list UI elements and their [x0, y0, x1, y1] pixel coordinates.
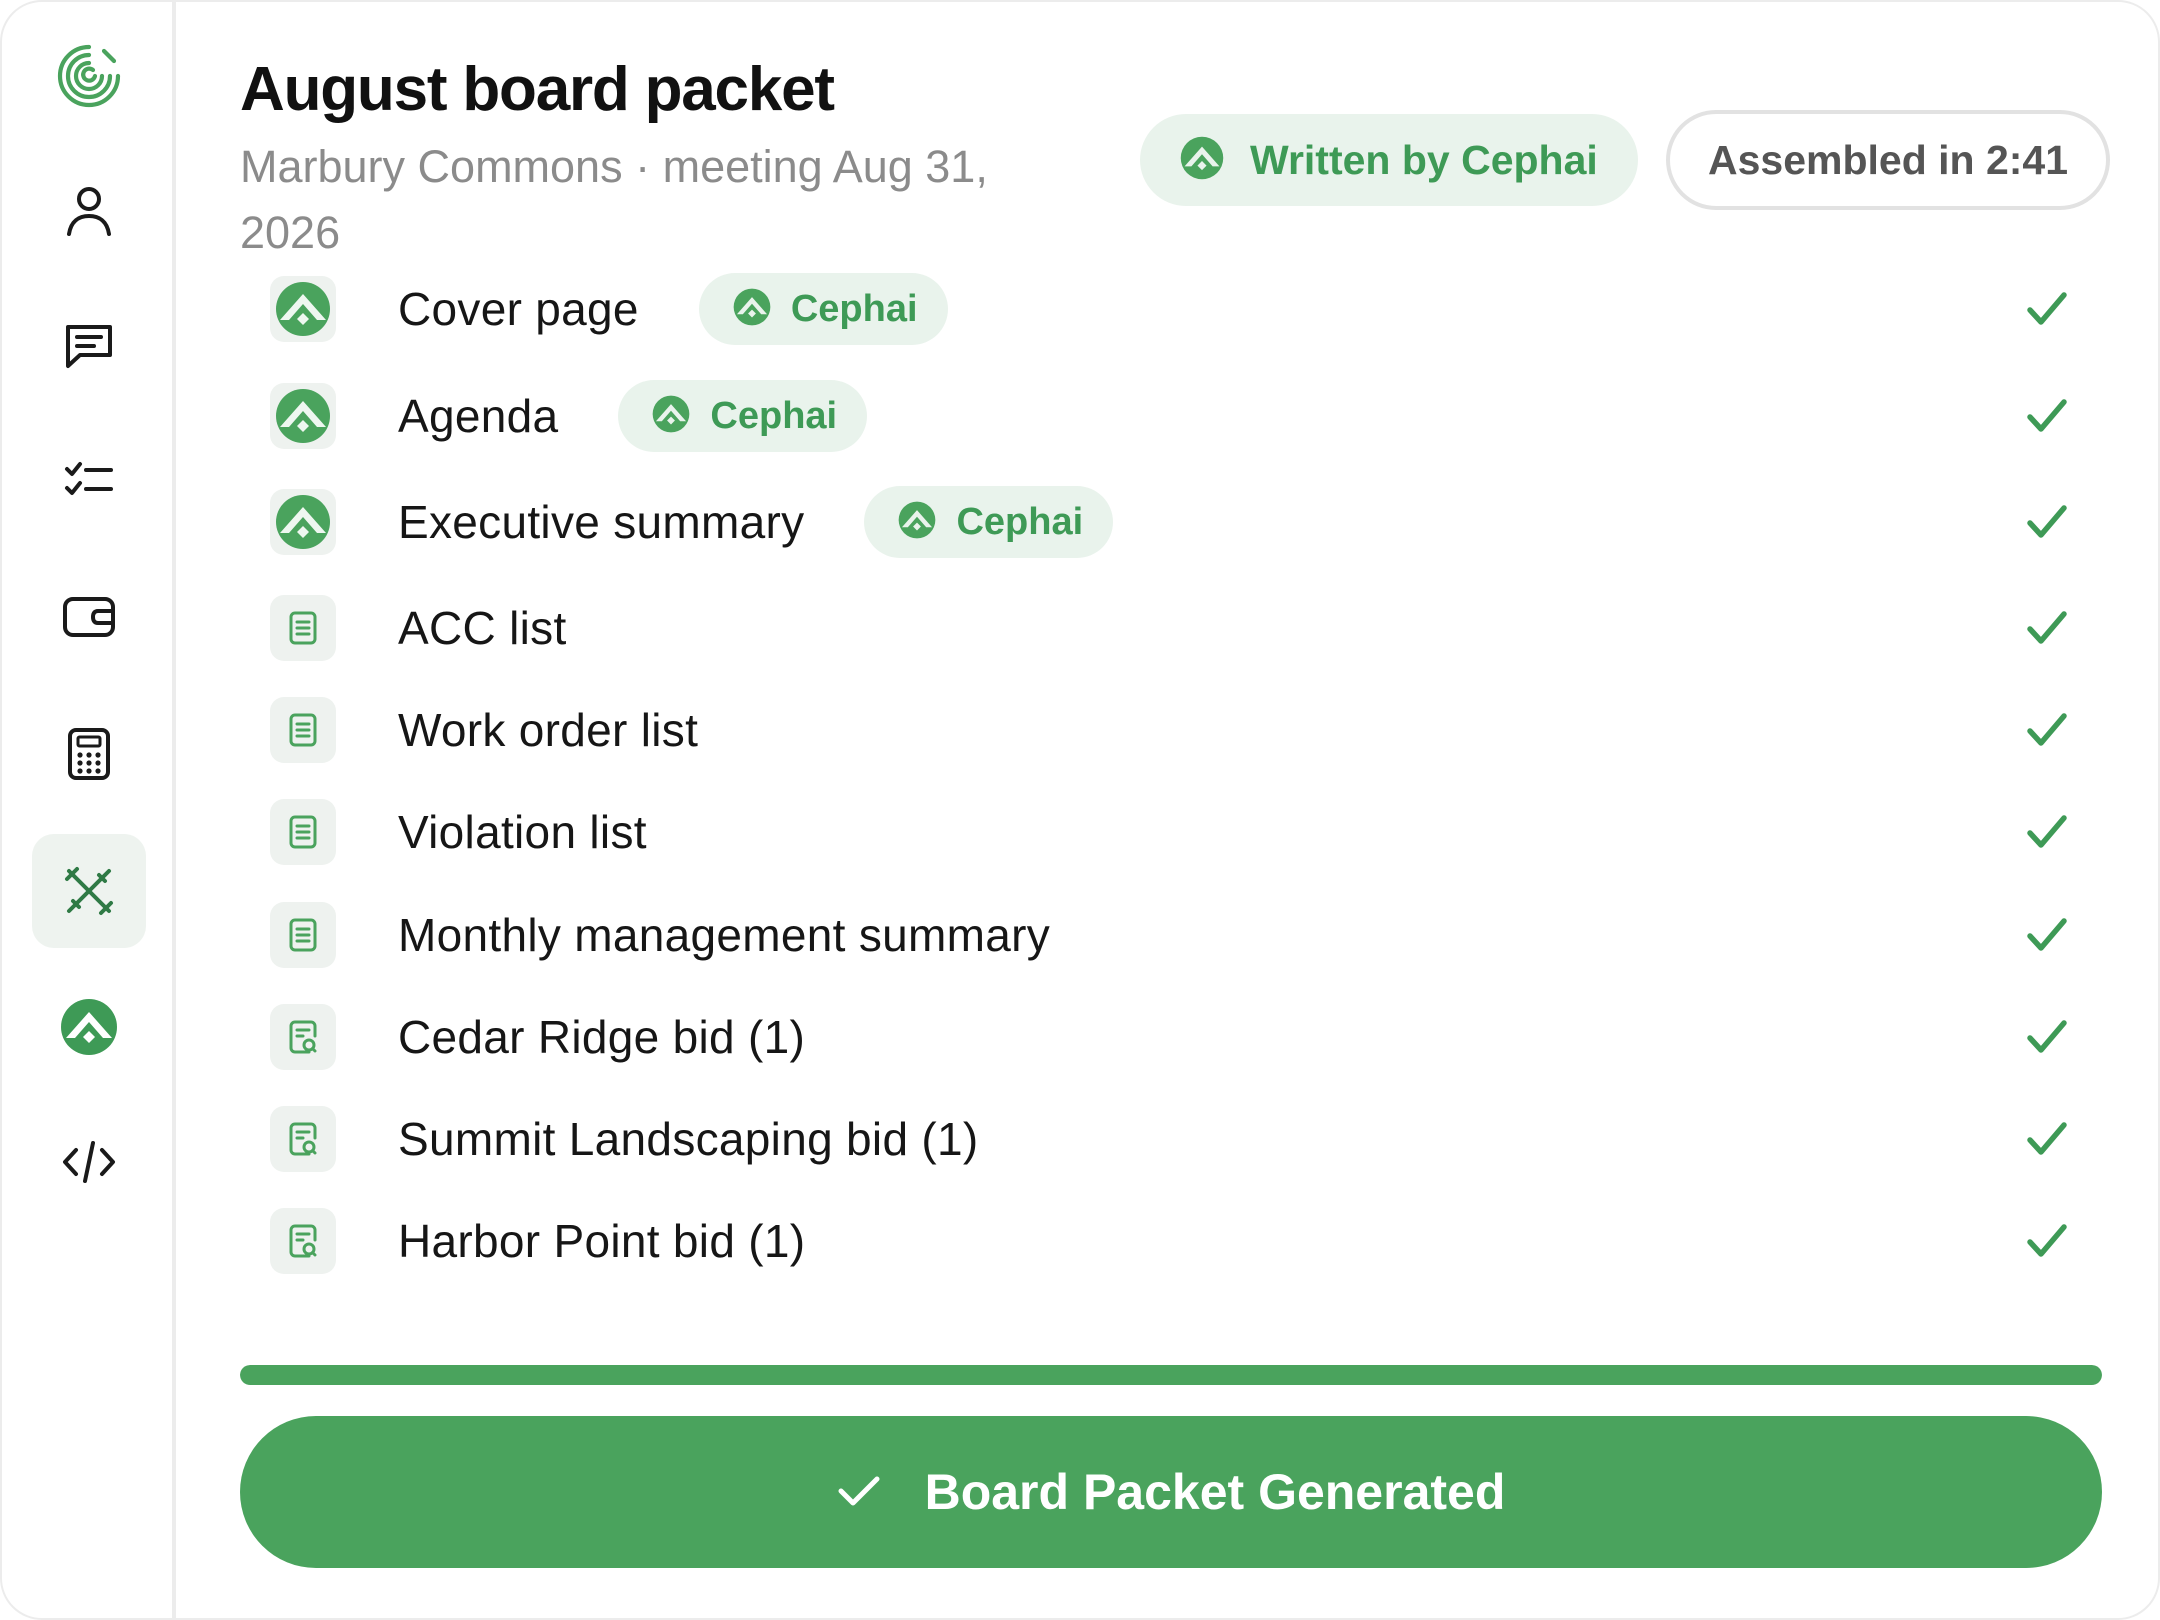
sidebar-item-cephai[interactable] — [32, 970, 146, 1084]
packet-item-row[interactable]: Cover page Cephai — [270, 269, 2070, 349]
app-window: August board packet Marbury Commons · me… — [0, 0, 2160, 1620]
progress-bar — [240, 1365, 2102, 1385]
packet-item-row[interactable]: ACC list — [270, 588, 2070, 668]
sidebar-item-payments[interactable] — [32, 560, 146, 674]
cephai-icon — [60, 998, 118, 1056]
logo-spiral-icon — [56, 43, 122, 109]
cephai-icon — [733, 288, 771, 331]
check-icon — [2024, 605, 2070, 651]
packet-item-label: Executive summary — [398, 496, 805, 548]
bid-document-icon — [270, 1106, 336, 1172]
check-icon — [2024, 912, 2070, 958]
document-icon — [270, 595, 336, 661]
wallet-icon — [62, 595, 116, 639]
sidebar-item-home[interactable] — [32, 19, 146, 133]
document-icon — [270, 799, 336, 865]
packet-item-row[interactable]: Monthly management summary — [270, 895, 2070, 975]
cephai-tag-label: Cephai — [956, 500, 1084, 543]
user-icon — [65, 185, 113, 237]
bid-document-icon — [270, 1004, 336, 1070]
cephai-tag-label: Cephai — [790, 287, 918, 330]
progress-bar-fill — [240, 1365, 2102, 1385]
sidebar-item-tools[interactable] — [32, 834, 146, 948]
packet-item-label: Cedar Ridge bid (1) — [398, 1011, 806, 1063]
check-icon — [2024, 707, 2070, 753]
document-icon — [270, 902, 336, 968]
packet-item-label: Work order list — [398, 704, 699, 756]
cephai-tag-label: Cephai — [710, 394, 838, 437]
packet-item-label: Violation list — [398, 806, 647, 858]
check-icon — [2024, 1218, 2070, 1264]
sidebar-item-developer[interactable] — [32, 1105, 146, 1219]
check-icon — [2024, 286, 2070, 332]
packet-item-row[interactable]: Agenda Cephai — [270, 376, 2070, 456]
sidebar-item-tasks[interactable] — [32, 423, 146, 537]
packet-item-row[interactable]: Executive summary Cephai — [270, 482, 2070, 562]
cephai-icon — [270, 276, 336, 342]
chat-icon — [64, 321, 114, 371]
packet-item-label: Agenda — [398, 390, 559, 442]
cephai-tag: Cephai — [618, 380, 868, 452]
calculator-icon — [67, 727, 111, 781]
check-icon — [2024, 809, 2070, 855]
checkmark-icon — [837, 1474, 881, 1511]
code-icon — [62, 1139, 116, 1185]
packet-item-label: Cover page — [398, 283, 639, 335]
check-icon — [2024, 393, 2070, 439]
main-panel: August board packet Marbury Commons · me… — [240, 2, 2111, 1618]
packet-item-row[interactable]: Harbor Point bid (1) — [270, 1201, 2070, 1281]
check-icon — [2024, 1014, 2070, 1060]
cephai-tag: Cephai — [698, 273, 948, 345]
sidebar — [2, 2, 176, 1618]
packet-item-row[interactable]: Summit Landscaping bid (1) — [270, 1099, 2070, 1179]
bid-document-icon — [270, 1208, 336, 1274]
packet-item-label: Harbor Point bid (1) — [398, 1215, 806, 1267]
check-icon — [2024, 499, 2070, 545]
packet-item-row[interactable]: Violation list — [270, 792, 2070, 872]
packet-item-label: Summit Landscaping bid (1) — [398, 1113, 979, 1165]
tools-icon — [63, 865, 115, 917]
sidebar-item-accounting[interactable] — [32, 697, 146, 811]
cephai-tag: Cephai — [864, 486, 1114, 558]
cephai-icon — [652, 395, 690, 438]
document-icon — [270, 697, 336, 763]
sidebar-item-people[interactable] — [32, 154, 146, 268]
generate-button-label: Board Packet Generated — [924, 1464, 1506, 1520]
board-packet-generated-button[interactable]: Board Packet Generated — [240, 1416, 2102, 1568]
packet-item-label: Monthly management summary — [398, 909, 1051, 961]
packet-item-row[interactable]: Cedar Ridge bid (1) — [270, 997, 2070, 1077]
cephai-icon — [898, 501, 936, 544]
cephai-icon — [270, 489, 336, 555]
sidebar-item-messages[interactable] — [32, 289, 146, 403]
checklist-icon — [64, 458, 114, 502]
packet-item-list: Cover page Cephai Agenda Cephai Executive su… — [240, 2, 2102, 1402]
check-icon — [2024, 1116, 2070, 1162]
packet-item-row[interactable]: Work order list — [270, 690, 2070, 770]
cephai-icon — [270, 383, 336, 449]
packet-item-label: ACC list — [398, 602, 567, 654]
